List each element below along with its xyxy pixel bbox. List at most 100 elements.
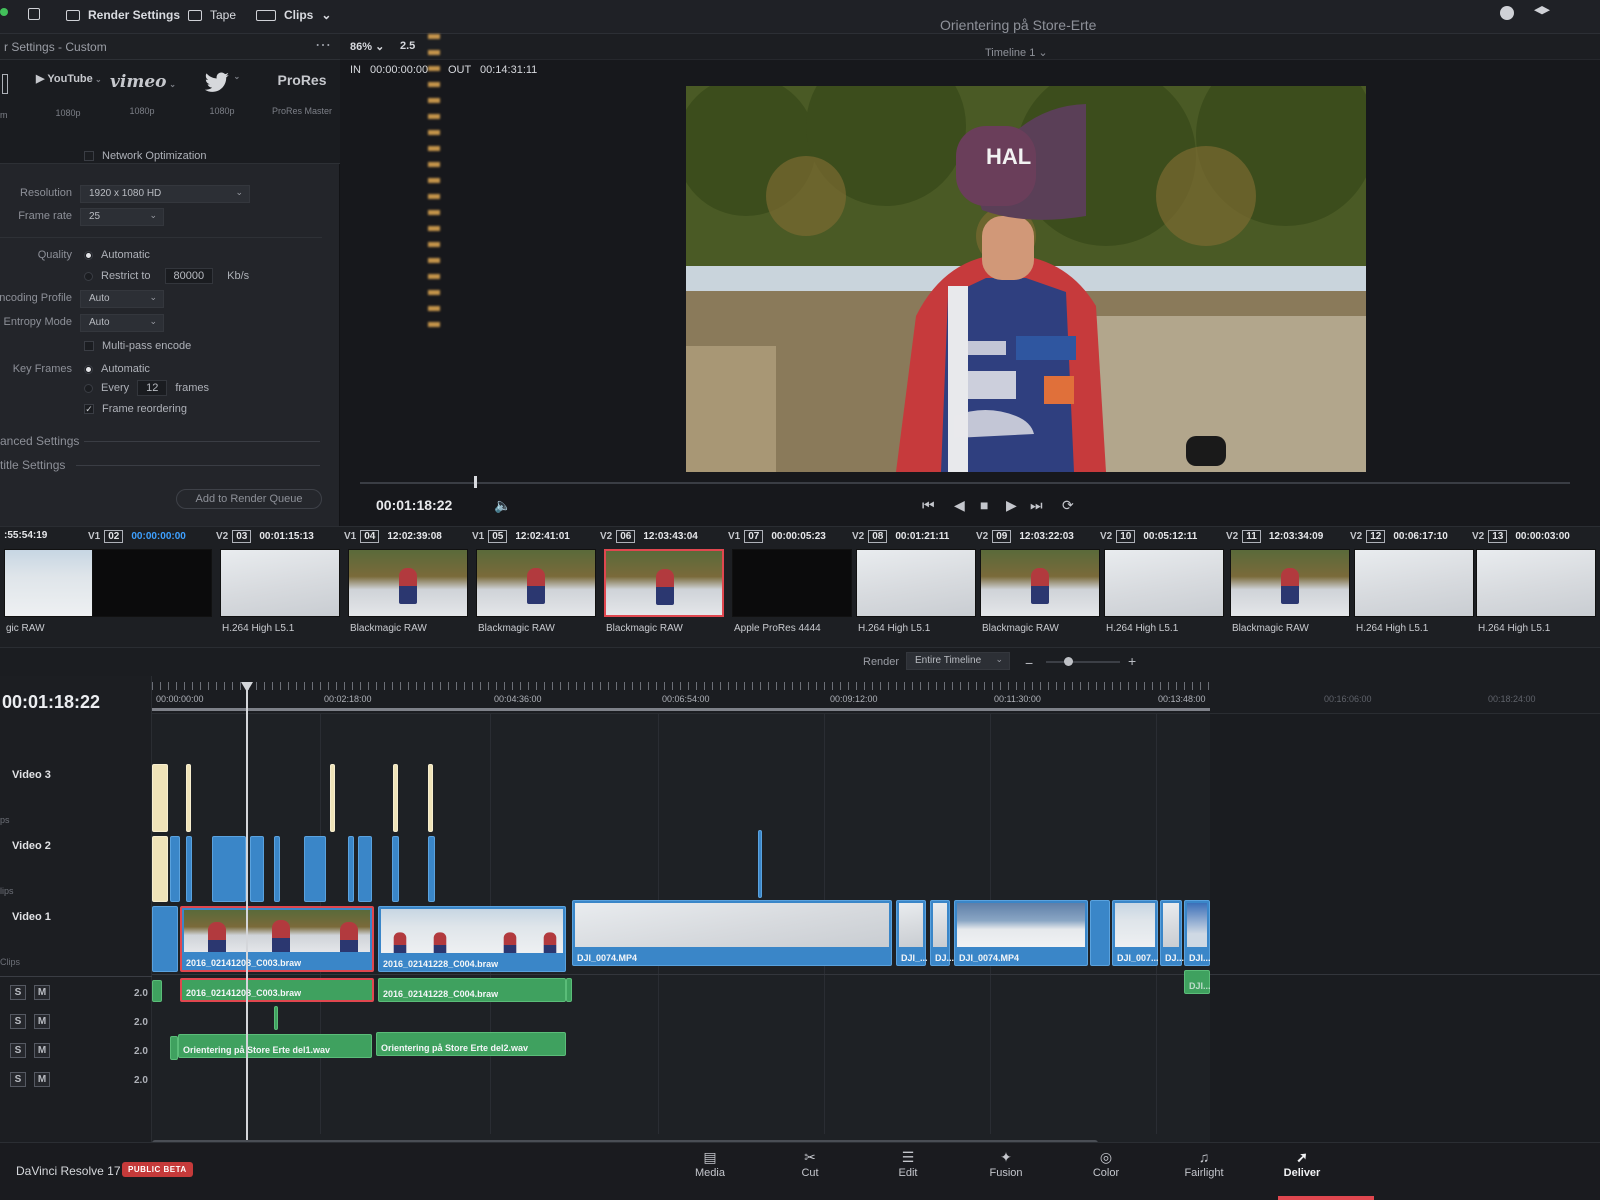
v2-clip[interactable] [758, 830, 762, 898]
clip-thumbnail[interactable] [1230, 549, 1350, 617]
timeline-zoom-slider[interactable] [1046, 661, 1120, 663]
subtitle-settings-section[interactable]: title Settings [0, 458, 320, 472]
mute-button[interactable]: M [34, 1014, 50, 1029]
tape-button[interactable]: Tape [188, 8, 236, 22]
viewer-scrubber[interactable] [360, 482, 1570, 484]
go-to-start-icon[interactable]: ⏮ [922, 497, 935, 514]
clip-thumbnail[interactable] [476, 549, 596, 617]
notification-icon[interactable] [1500, 6, 1514, 20]
solo-button[interactable]: S [10, 1072, 26, 1087]
clip-02[interactable]: V1 02 00:00:00:00 [88, 527, 214, 647]
clip-thumbnail[interactable] [348, 549, 468, 617]
page-media[interactable]: ▤ Media [680, 1149, 740, 1179]
clip-03[interactable]: V2 03 00:01:15:13 H.264 High L5.1 [216, 527, 342, 647]
clip-11[interactable]: V2 11 12:03:34:09 Blackmagic RAW [1226, 527, 1352, 647]
frame-reordering-checkbox[interactable]: ✓ Frame reordering [84, 403, 187, 415]
mute-button[interactable]: M [34, 985, 50, 1000]
custom-preset-icon[interactable] [2, 74, 8, 94]
v2-clip[interactable] [274, 836, 280, 902]
v3-clip[interactable] [152, 764, 168, 832]
page-color[interactable]: ◎ Color [1076, 1149, 1136, 1179]
v1-clip[interactable] [1090, 900, 1110, 966]
clip-10[interactable]: V2 10 00:05:12:11 H.264 High L5.1 [1100, 527, 1226, 647]
v1-clip[interactable]: DJI_... [896, 900, 928, 966]
out-timecode[interactable]: 00:14:31:11 [480, 64, 537, 76]
v3-clip[interactable] [428, 764, 433, 832]
clips-button[interactable]: Clips ⌄ [256, 8, 331, 22]
v3-clip[interactable] [186, 764, 191, 832]
quality-automatic-radio[interactable]: Automatic [84, 249, 150, 261]
v2-clip[interactable] [186, 836, 192, 902]
clip-13[interactable]: V2 13 00:00:03:00 H.264 High L5.1 [1472, 527, 1598, 647]
a1-clip-selected[interactable]: 2016_02141208_C003.braw [180, 978, 374, 1002]
a3-clip[interactable]: Orientering på Store Erte del1.wav [178, 1034, 372, 1058]
clip-06[interactable]: V2 06 12:03:43:04 Blackmagic RAW [600, 527, 726, 647]
track-name-video3[interactable]: Video 3 [12, 769, 51, 781]
quality-restrict-radio[interactable]: Restrict to 80000 Kb/s [84, 268, 249, 284]
v1-clip[interactable]: DJI_0074.MP4 [572, 900, 892, 966]
v2-clip[interactable] [250, 836, 264, 902]
preset-vimeo[interactable]: vimeo ⌄ 1080p [110, 72, 176, 116]
clip-thumbnail[interactable] [604, 549, 724, 617]
clip-thumbnail[interactable] [1354, 549, 1474, 617]
v3-clip[interactable] [330, 764, 335, 832]
clip-07[interactable]: V1 07 00:00:05:23 Apple ProRes 4444 [728, 527, 854, 647]
zoom-secondary[interactable]: 2.5 [400, 40, 415, 52]
clip-08[interactable]: V2 08 00:01:21:11 H.264 High L5.1 [852, 527, 978, 647]
preset-twitter[interactable]: ⌄ 1080p [190, 72, 254, 116]
v2-clip[interactable] [428, 836, 435, 902]
keyframes-every-radio[interactable]: Every 12 frames [84, 380, 209, 396]
timeline-zoom-handle[interactable] [1064, 657, 1073, 666]
track-name-video1[interactable]: Video 1 [12, 911, 51, 923]
track-name-video2[interactable]: Video 2 [12, 840, 51, 852]
clip-thumbnail[interactable] [856, 549, 976, 617]
mute-button[interactable]: M [34, 1072, 50, 1087]
mute-button[interactable]: M [34, 1043, 50, 1058]
preset-youtube[interactable]: ▶ YouTube ⌄ 1080p [36, 72, 102, 118]
advanced-settings-section[interactable]: anced Settings [0, 434, 320, 448]
v1-clip[interactable]: DJI... [1184, 900, 1211, 966]
volume-icon[interactable]: 🔈 [494, 497, 511, 514]
page-deliver[interactable]: ➚ Deliver [1272, 1149, 1332, 1179]
a3-clip[interactable]: Orientering på Store Erte del2.wav [376, 1032, 566, 1056]
stop-icon[interactable]: ■ [980, 497, 988, 513]
v2-clip[interactable] [348, 836, 354, 902]
solo-button[interactable]: S [10, 985, 26, 1000]
zoom-dropdown[interactable]: 86% ⌄ [350, 40, 384, 53]
framerate-dropdown[interactable]: 25 ⌄ [80, 208, 164, 226]
keyframes-automatic-radio[interactable]: Automatic [84, 363, 150, 375]
timeline-selector[interactable]: Timeline 1 ⌄ [985, 46, 1048, 59]
v3-clip[interactable] [393, 764, 398, 832]
go-to-end-icon[interactable]: ⏭ [1030, 497, 1043, 514]
loop-icon[interactable]: ⟳ [1062, 497, 1074, 514]
play-reverse-icon[interactable]: ◀ [954, 497, 965, 514]
timeline[interactable]: 00:00:00:00 00:02:18:00 00:04:36:00 00:0… [152, 676, 1600, 1164]
a2-clip[interactable] [274, 1006, 278, 1030]
play-icon[interactable]: ▶ [1006, 497, 1017, 514]
page-cut[interactable]: ✂ Cut [780, 1149, 840, 1179]
every-frames-input[interactable]: 12 [137, 380, 168, 396]
a1-clip[interactable] [152, 980, 162, 1002]
page-edit[interactable]: ☰ Edit [878, 1149, 938, 1179]
checkbox-toggle-icon[interactable] [28, 8, 40, 20]
clip-09[interactable]: V2 09 12:03:22:03 Blackmagic RAW [976, 527, 1102, 647]
clip-thumbnail[interactable] [980, 549, 1100, 617]
encoding-profile-dropdown[interactable]: Auto ⌄ [80, 290, 164, 308]
a1-clip[interactable] [566, 978, 572, 1002]
preset-prores[interactable]: ProRes ProRes Master [268, 72, 336, 116]
v1-clip[interactable] [152, 906, 178, 972]
v2-clip[interactable] [152, 836, 168, 902]
multipass-checkbox[interactable]: Multi-pass encode [84, 340, 191, 352]
v2-clip[interactable] [392, 836, 399, 902]
playhead[interactable] [246, 686, 248, 1140]
clip-12[interactable]: V2 12 00:06:17:10 H.264 High L5.1 [1350, 527, 1476, 647]
more-options-icon[interactable]: ⋯ [315, 35, 332, 55]
a3-clip[interactable] [170, 1036, 178, 1060]
add-to-render-queue-button[interactable]: Add to Render Queue [176, 489, 322, 509]
clip-thumbnail[interactable] [1104, 549, 1224, 617]
zoom-in-icon[interactable]: + [1128, 653, 1136, 669]
v1-clip[interactable]: DJ... [1160, 900, 1184, 966]
clip-thumbnail[interactable] [92, 549, 212, 617]
v1-clip[interactable]: DJI_0074.MP4 [954, 900, 1088, 966]
entropy-mode-dropdown[interactable]: Auto ⌄ [80, 314, 164, 332]
